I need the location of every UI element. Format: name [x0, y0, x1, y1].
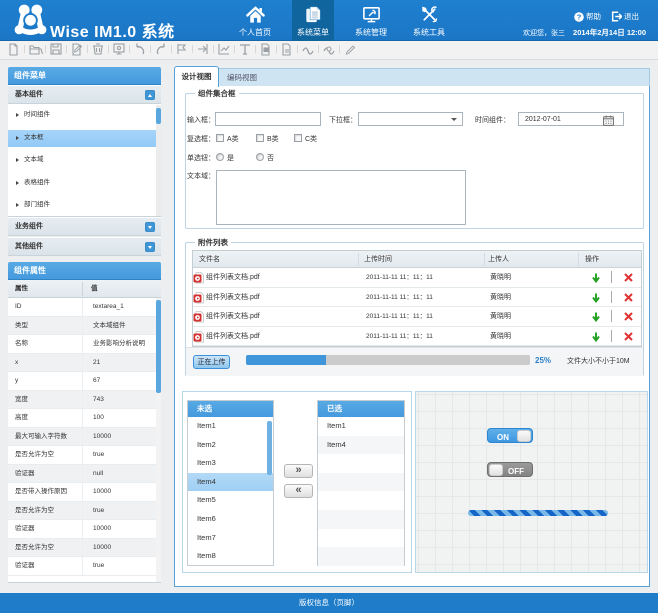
svg-text:?: ? — [577, 13, 582, 22]
